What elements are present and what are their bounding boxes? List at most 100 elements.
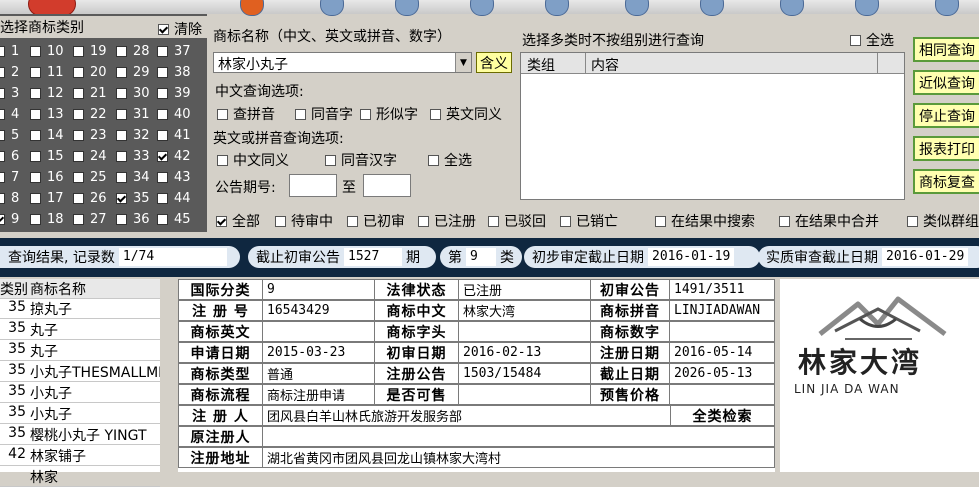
en-option-checkbox[interactable]: 中文同义	[217, 150, 289, 170]
category-checkbox[interactable]: 5	[0, 126, 34, 144]
toolbar-tool-icon[interactable]	[855, 0, 879, 16]
status-filter-checkbox[interactable]: 已销亡	[560, 211, 618, 231]
category-checkbox[interactable]: 22	[73, 105, 113, 123]
category-checkbox[interactable]: 8	[0, 189, 34, 207]
list-item[interactable]: 35 小丸子	[0, 383, 160, 403]
category-checkbox[interactable]: 17	[30, 189, 70, 207]
all-class-search-button[interactable]: 全类检索	[670, 405, 775, 426]
result-list-scrollbar[interactable]	[160, 279, 177, 472]
list-item[interactable]: 35 丸子	[0, 320, 160, 340]
category-checkbox[interactable]: 15	[30, 147, 70, 165]
list-item[interactable]: 42 林家铺子	[0, 446, 160, 466]
category-checkbox[interactable]: 45	[157, 210, 197, 228]
list-item[interactable]: 35 掠丸子	[0, 299, 160, 319]
result-filter-checkbox[interactable]: 在结果中搜索	[655, 211, 755, 231]
action-button[interactable]: 报表打印	[913, 136, 979, 161]
status-filter-checkbox[interactable]: 待审中	[275, 211, 333, 231]
list-item[interactable]: 35 樱桃小丸子 YINGT	[0, 425, 160, 445]
detail-address-label: 注册地址	[178, 447, 263, 468]
category-number: 15	[47, 148, 64, 164]
category-checkbox[interactable]: 39	[157, 84, 197, 102]
category-checkbox[interactable]: 44	[157, 189, 197, 207]
category-checkbox[interactable]: 20	[73, 63, 113, 81]
category-checkbox[interactable]: 29	[116, 63, 156, 81]
category-checkbox[interactable]: 26	[73, 189, 113, 207]
action-button[interactable]: 近似查询	[913, 70, 979, 95]
list-item[interactable]: 35 小丸子THESMALLME	[0, 362, 160, 382]
gazette-to-input[interactable]	[363, 174, 411, 197]
cn-option-checkbox[interactable]: 英文同义	[430, 104, 502, 124]
category-checkbox[interactable]: 24	[73, 147, 113, 165]
category-checkbox[interactable]: 25	[73, 168, 113, 186]
checkbox-icon	[907, 215, 918, 227]
category-checkbox[interactable]: 16	[30, 168, 70, 186]
category-checkbox[interactable]: 41	[157, 126, 197, 144]
toolbar-tool-icon[interactable]	[700, 0, 724, 16]
toolbar-tool-icon[interactable]	[470, 0, 494, 16]
category-checkbox[interactable]: 18	[30, 210, 70, 228]
category-checkbox[interactable]: 11	[30, 63, 70, 81]
meaning-button[interactable]: 含义	[476, 52, 512, 73]
category-checkbox[interactable]: 30	[116, 84, 156, 102]
list-item[interactable]: 35 小丸子	[0, 404, 160, 424]
result-filter-checkbox[interactable]: 类似群组	[907, 211, 979, 231]
category-checkbox[interactable]: 10	[30, 42, 70, 60]
cn-option-checkbox[interactable]: 同音字	[295, 104, 353, 124]
result-filter-checkbox[interactable]: 在结果中合并	[779, 211, 879, 231]
cn-option-checkbox[interactable]: 形似字	[360, 104, 418, 124]
category-checkbox[interactable]: 40	[157, 105, 197, 123]
category-checkbox[interactable]: 21	[73, 84, 113, 102]
multi-select-all-checkbox[interactable]: 全选	[850, 30, 894, 50]
toolbar-home-icon[interactable]	[240, 0, 264, 16]
toolbar-tool-icon[interactable]	[395, 0, 419, 16]
en-options-label: 英文或拼音查询选项:	[213, 131, 344, 147]
list-item[interactable]: 林家	[0, 467, 160, 487]
action-button[interactable]: 商标复查	[913, 169, 979, 194]
toolbar-tool-icon[interactable]	[625, 0, 649, 16]
trademark-name-combobox[interactable]: 林家小丸子 ▼	[213, 52, 472, 73]
status-filter-checkbox[interactable]: 已初审	[347, 211, 405, 231]
status-filter-checkbox[interactable]: 全部	[216, 211, 260, 231]
category-checkbox[interactable]: 35	[116, 189, 156, 207]
category-checkbox[interactable]: 31	[116, 105, 156, 123]
action-button[interactable]: 停止查询	[913, 103, 979, 128]
category-checkbox[interactable]: 9	[0, 210, 34, 228]
category-checkbox[interactable]: 36	[116, 210, 156, 228]
category-checkbox[interactable]: 7	[0, 168, 34, 186]
list-item[interactable]: 35 丸子	[0, 341, 160, 361]
category-checkbox[interactable]: 2	[0, 63, 34, 81]
category-checkbox[interactable]: 34	[116, 168, 156, 186]
category-checkbox[interactable]: 43	[157, 168, 197, 186]
en-option-checkbox[interactable]: 同音汉字	[325, 150, 397, 170]
chevron-down-icon[interactable]: ▼	[455, 53, 471, 72]
en-option-checkbox[interactable]: 全选	[428, 150, 472, 170]
toolbar-tool-icon[interactable]	[935, 0, 959, 16]
status-filter-checkbox[interactable]: 已注册	[418, 211, 476, 231]
category-checkbox[interactable]: 13	[30, 105, 70, 123]
category-checkbox[interactable]: 1	[0, 42, 34, 60]
category-checkbox[interactable]: 38	[157, 63, 197, 81]
category-checkbox[interactable]: 6	[0, 147, 34, 165]
category-checkbox[interactable]: 12	[30, 84, 70, 102]
category-checkbox[interactable]: 14	[30, 126, 70, 144]
action-button[interactable]: 相同查询	[913, 37, 979, 62]
category-checkbox[interactable]: 28	[116, 42, 156, 60]
category-checkbox[interactable]: 3	[0, 84, 34, 102]
category-checkbox[interactable]: 4	[0, 105, 34, 123]
category-checkbox[interactable]: 37	[157, 42, 197, 60]
class-group-table[interactable]: 类组 内容	[520, 52, 905, 200]
category-checkbox[interactable]: 27	[73, 210, 113, 228]
cn-option-checkbox[interactable]: 查拼音	[217, 104, 275, 124]
toolbar-tool-icon[interactable]	[545, 0, 569, 16]
category-checkbox[interactable]: 32	[116, 126, 156, 144]
gazette-from-input[interactable]	[289, 174, 337, 197]
category-checkbox[interactable]: 23	[73, 126, 113, 144]
toolbar-tool-icon[interactable]	[320, 0, 344, 16]
clear-checkbox[interactable]: 清除	[158, 19, 202, 39]
status-filter-checkbox[interactable]: 已驳回	[488, 211, 546, 231]
result-list[interactable]: 类别 商标名称 35 掠丸子 35 丸子 35 丸子 35 小丸子THESMALLME 35 小丸…	[0, 279, 161, 487]
category-checkbox[interactable]: 42	[157, 147, 197, 165]
category-checkbox[interactable]: 19	[73, 42, 113, 60]
toolbar-tool-icon[interactable]	[780, 0, 804, 16]
category-checkbox[interactable]: 33	[116, 147, 156, 165]
